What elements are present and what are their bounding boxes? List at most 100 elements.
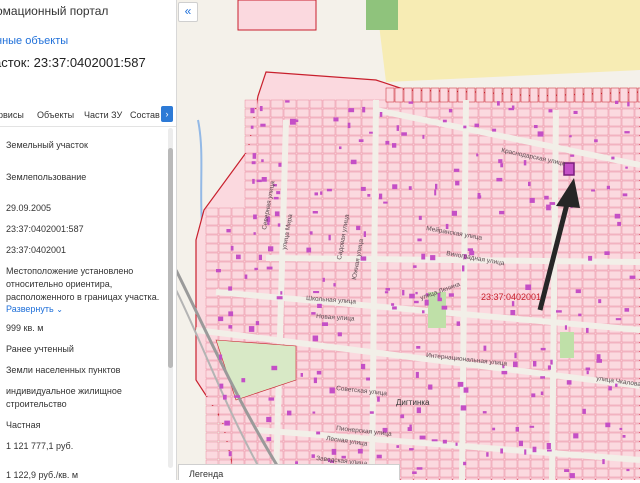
parcel	[478, 270, 492, 280]
parcel	[478, 414, 492, 424]
parcel	[621, 315, 635, 325]
parcel	[504, 423, 518, 433]
tab-services[interactable]: рвисы	[0, 110, 24, 120]
parcel	[634, 351, 640, 361]
parcel	[257, 234, 271, 244]
parcel	[348, 117, 362, 127]
parcel	[374, 414, 388, 424]
parcel	[556, 396, 570, 406]
parcel	[517, 396, 531, 406]
parcel	[270, 153, 284, 163]
parcel	[530, 378, 544, 388]
parcel	[621, 441, 635, 451]
parcel	[257, 162, 271, 172]
parcel	[530, 108, 544, 118]
parcel	[400, 450, 414, 460]
parcel	[296, 126, 310, 136]
parcel	[491, 324, 505, 334]
parcel	[608, 180, 622, 190]
parcel	[517, 459, 531, 469]
parcel	[205, 315, 219, 325]
parcel	[517, 333, 531, 343]
scroll-thumb[interactable]	[168, 148, 173, 368]
field-unit-value: 1 122,9 руб./кв. м	[6, 470, 79, 480]
building	[575, 289, 581, 294]
parcel	[504, 324, 518, 334]
tab-objects[interactable]: Объекты	[37, 110, 74, 120]
building	[462, 265, 465, 272]
parcel	[426, 216, 440, 226]
building	[448, 293, 454, 297]
building	[396, 125, 399, 131]
collapse-panel-button[interactable]: «	[178, 2, 198, 22]
info-panel: омационный портал нные объекты асток: 23…	[0, 0, 177, 480]
parcel	[348, 198, 362, 208]
parcel	[439, 459, 453, 469]
cadastral-map[interactable]: 23:37:0402001 Дигтинка Краснодарская ули…	[176, 0, 640, 480]
parcel	[504, 270, 518, 280]
panel-scrollbar[interactable]	[168, 128, 173, 468]
parcel	[582, 441, 596, 451]
parcel	[504, 126, 518, 136]
tabs-scroll-right-button[interactable]: ›	[161, 106, 173, 122]
building	[366, 377, 370, 381]
parcel	[335, 324, 349, 334]
parcel-strip	[583, 87, 593, 103]
parcel	[530, 279, 544, 289]
expand-toggle[interactable]: Развернуть ⌄	[6, 303, 164, 316]
building	[379, 193, 383, 200]
tab-composition[interactable]: Состав	[130, 110, 160, 120]
parcel	[621, 243, 635, 253]
building	[385, 140, 390, 145]
tab-parcel-parts[interactable]: Части ЗУ	[84, 110, 122, 120]
related-objects-link[interactable]: нные объекты	[0, 35, 68, 47]
parcel	[582, 423, 596, 433]
parcel	[634, 360, 640, 370]
expand-link[interactable]: Развернуть	[6, 304, 54, 314]
building	[537, 131, 544, 137]
parcel	[595, 171, 609, 181]
parcel	[478, 153, 492, 163]
parcel	[608, 144, 622, 154]
parcel	[387, 198, 401, 208]
parcel	[296, 135, 310, 145]
parcel	[244, 306, 258, 316]
parcel	[296, 414, 310, 424]
parcel	[335, 261, 349, 271]
parcel	[387, 261, 401, 271]
parcel	[621, 279, 635, 289]
parcel	[426, 333, 440, 343]
parcel	[439, 198, 453, 208]
parcel	[335, 108, 349, 118]
parcel	[569, 234, 583, 244]
parcel	[556, 288, 570, 298]
parcel	[400, 369, 414, 379]
legend-tab[interactable]: Легенда	[178, 464, 400, 480]
building	[474, 123, 479, 128]
parcel	[296, 441, 310, 451]
parcel	[504, 207, 518, 217]
building	[417, 238, 422, 242]
parcel	[361, 99, 375, 109]
parcel	[556, 180, 570, 190]
parcel	[270, 171, 284, 181]
map-view[interactable]: 23:37:0402001 Дигтинка Краснодарская ули…	[176, 0, 640, 480]
building	[582, 408, 586, 414]
parcel	[309, 387, 323, 397]
parcel	[608, 414, 622, 424]
building	[376, 454, 382, 459]
building	[377, 396, 380, 402]
parcel	[530, 468, 544, 478]
parcel	[517, 405, 531, 415]
parcel	[387, 162, 401, 172]
building	[311, 312, 316, 315]
parcel	[322, 108, 336, 118]
parcel-strip	[556, 87, 566, 103]
parcel	[478, 396, 492, 406]
parcel	[244, 99, 258, 109]
parcel	[569, 423, 583, 433]
parcel	[400, 198, 414, 208]
building	[626, 468, 630, 472]
building	[316, 370, 322, 375]
building	[261, 177, 267, 182]
